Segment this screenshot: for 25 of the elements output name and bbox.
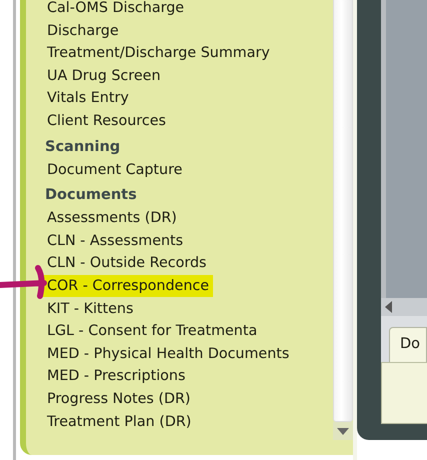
nav-item[interactable]: COR - Correspondence [43, 274, 214, 297]
horizontal-scrollbar[interactable] [381, 298, 427, 316]
nav-item[interactable]: Treatment/Discharge Summary [43, 42, 274, 64]
nav-item[interactable]: LGL - Consent for Treatmenta [43, 320, 262, 342]
nav-item[interactable]: Vitals Entry [43, 87, 133, 110]
nav-item[interactable]: UA Drug Screen [43, 64, 165, 87]
nav-item[interactable]: MED - Prescriptions [43, 365, 190, 388]
scrollbar[interactable] [333, 0, 353, 440]
nav-item[interactable]: CLN - Outside Records [43, 252, 210, 274]
nav-item[interactable]: Client Resources [43, 110, 170, 132]
section-heading: Scanning [45, 138, 120, 157]
section-heading: Documents [45, 186, 137, 206]
nav-item[interactable]: CLN - Assessments [43, 230, 188, 252]
nav-item[interactable]: Treatment Plan (DR) [43, 410, 196, 432]
nav-item[interactable]: KIT - Kittens [43, 298, 138, 320]
scroll-down-icon[interactable] [337, 428, 349, 434]
nav-item[interactable]: Document Capture [43, 158, 186, 181]
nav-item[interactable]: Progress Notes (DR) [43, 388, 194, 410]
scroll-left-icon[interactable] [385, 301, 392, 313]
nav-item[interactable]: Cal-OMS Discharge [43, 0, 188, 19]
nav-item[interactable]: Discharge [43, 20, 123, 42]
nav-item[interactable]: Assessments (DR) [43, 207, 181, 230]
tab[interactable]: Do [389, 327, 427, 362]
content-box [381, 362, 427, 424]
nav-item[interactable]: MED - Physical Health Documents [43, 342, 294, 365]
